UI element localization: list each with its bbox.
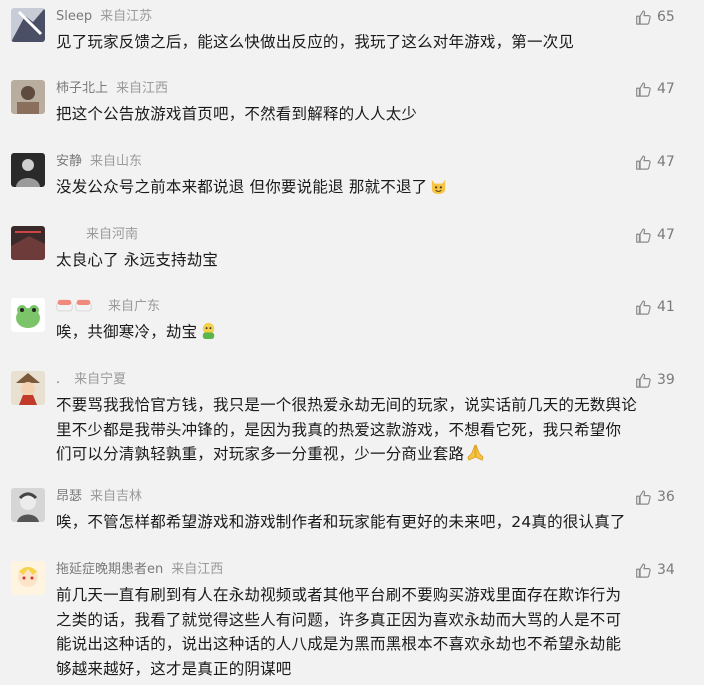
comment-meta: 柿子北上 来自江西 (56, 80, 168, 98)
thumbs-up-icon (635, 9, 652, 26)
like-button[interactable]: 41 (635, 298, 675, 316)
thumbs-up-icon (635, 154, 652, 171)
thumbs-up-icon (635, 372, 652, 389)
comment-text: 唉，不管怎样都希望游戏和游戏制作者和玩家能有更好的未来吧，24真的很认真了 (56, 513, 626, 531)
comment-meta: . 来自宁夏 (56, 371, 126, 389)
comment-line: 能说出这种话的，说出这种话的人八成是为黑而黑根本不喜欢永劫也不希望永劫能 (56, 635, 622, 653)
green-mascot-emoji (203, 322, 215, 340)
grinning-cat-emoji (432, 179, 446, 195)
avatar[interactable] (11, 298, 45, 332)
comment-line: 前几天一直有刷到有人在永劫视频或者其他平台刷不要购买游戏里面存在欺诈行为 (56, 586, 622, 604)
user-nickname[interactable]: . (56, 372, 60, 387)
like-button[interactable]: 36 (635, 488, 675, 506)
like-count: 65 (657, 9, 675, 25)
thumbs-up-icon (635, 299, 652, 316)
avatar[interactable] (11, 153, 45, 187)
thumbs-up-icon (635, 562, 652, 579)
user-nickname[interactable]: 安静 (56, 154, 82, 169)
comment-line: 不要骂我我恰官方钱，我只是一个很热爱永劫无间的玩家，说实话前几天的无数舆论 (56, 396, 637, 414)
user-nickname[interactable]: 昂瑟 (56, 489, 82, 504)
user-location: 来自江西 (116, 81, 169, 96)
sushi-icon (56, 299, 73, 312)
comment-line: 里不少都是我带头冲锋的，是因为我真的热爱这款游戏，不想看它死，我只希望你 (56, 420, 622, 439)
like-count: 36 (657, 489, 675, 505)
like-count: 47 (657, 154, 675, 170)
like-button[interactable]: 39 (635, 371, 675, 389)
user-nickname[interactable]: Sleep (56, 9, 92, 24)
user-location: 来自吉林 (90, 489, 143, 504)
comment-meta: 拖延症晚期患者en 来自江西 (56, 561, 223, 579)
like-button[interactable]: 47 (635, 226, 675, 244)
comment-text: 唉，共御寒冷，劫宝 (56, 323, 198, 341)
like-button[interactable]: 34 (635, 561, 675, 579)
comment-line: 够越来越好，这才是真正的阴谋吧 (56, 659, 292, 678)
avatar[interactable] (11, 226, 45, 260)
like-count: 47 (657, 81, 675, 97)
comment-text: 见了玩家反馈之后，能这么快做出反应的，我玩了这么对年游戏，第一次见 (56, 33, 575, 51)
thumbs-up-icon (635, 489, 652, 506)
user-nickname[interactable]: 柿子北上 (56, 81, 108, 96)
comment-meta: 安静 来自山东 (56, 153, 142, 171)
avatar[interactable] (11, 561, 45, 595)
comment-body: 唉，共御寒冷，劫宝 (56, 320, 661, 345)
avatar[interactable] (11, 8, 45, 42)
avatar[interactable] (11, 371, 45, 405)
praying-hands-emoji (467, 444, 484, 461)
like-count: 41 (657, 299, 675, 315)
user-location: 来自江西 (171, 562, 224, 577)
like-count: 39 (657, 372, 675, 388)
comment-text: 把这个公告放游戏首页吧，不然看到解释的人人太少 (56, 105, 418, 123)
user-location: 来自宁夏 (74, 372, 127, 387)
user-location: 来自河南 (86, 227, 139, 242)
comment-line: 之类的话，我看了就觉得这些人有问题，许多真正因为喜欢永劫而大骂的人是不可 (56, 610, 622, 629)
sushi-icon (75, 299, 92, 312)
like-button[interactable]: 47 (635, 80, 675, 98)
user-location: 来自江苏 (100, 9, 153, 24)
user-location: 来自广东 (108, 299, 161, 314)
avatar[interactable] (11, 80, 45, 114)
avatar[interactable] (11, 488, 45, 522)
comment-body: 前几天一直有刷到有人在永劫视频或者其他平台刷不要购买游戏里面存在欺诈行为 之类的… (56, 583, 661, 681)
like-count: 34 (657, 562, 675, 578)
user-nickname[interactable]: 拖延症晚期患者en (56, 562, 163, 577)
comment-text: 太良心了 永远支持劫宝 (56, 251, 219, 269)
user-location: 来自山东 (90, 154, 143, 169)
like-button[interactable]: 47 (635, 153, 675, 171)
comment-meta: Sleep 来自江苏 (56, 8, 152, 26)
comment-body: 不要骂我我恰官方钱，我只是一个很热爱永劫无间的玩家，说实话前几天的无数舆论 里不… (56, 393, 661, 467)
thumbs-up-icon (635, 227, 652, 244)
comment-meta: 昂瑟 来自吉林 (56, 488, 142, 506)
comment-body: 没发公众号之前本来都说退 但你要说能退 那就不退了 (56, 175, 661, 200)
comment-meta: 来自广东 (56, 298, 160, 316)
thumbs-up-icon (635, 81, 652, 98)
comment-meta: 来自河南 (56, 226, 138, 244)
like-count: 47 (657, 227, 675, 243)
comment-text: 没发公众号之前本来都说退 但你要说能退 那就不退了 (56, 178, 428, 196)
like-button[interactable]: 65 (635, 8, 675, 26)
comment-line: 们可以分清孰轻孰重，对玩家多一分重视，少一分商业套路 (56, 445, 465, 463)
